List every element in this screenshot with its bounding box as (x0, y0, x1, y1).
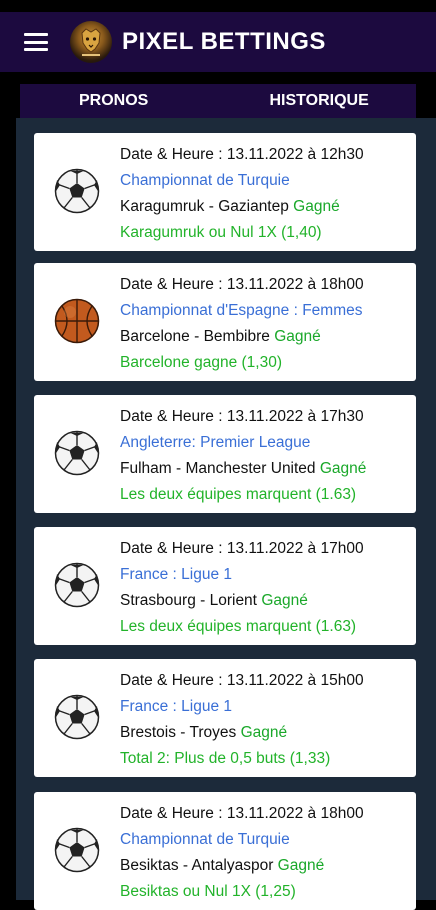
hamburger-menu-icon[interactable] (24, 33, 48, 51)
bet-league: Championnat de Turquie (120, 172, 290, 189)
bet-match: Besiktas - Antalyaspor Gagné (120, 853, 410, 879)
bet-status: Gagné (274, 328, 321, 345)
app-logo (70, 21, 112, 63)
bet-match: Strasbourg - Lorient Gagné (120, 588, 410, 614)
bet-teams: Besiktas - Antalyaspor (120, 857, 274, 874)
status-bar (0, 0, 436, 12)
bet-status: Gagné (261, 592, 308, 609)
bet-tip: Total 2: Plus de 0,5 buts (1,33) (120, 750, 331, 767)
bet-teams: Brestois - Troyes (120, 724, 237, 741)
bet-match: Karagumruk - Gaziantep Gagné (120, 194, 410, 220)
bet-match: Barcelone - Bembibre Gagné (120, 324, 410, 350)
bet-league: Championnat d'Espagne : Femmes (120, 302, 363, 319)
bet-status: Gagné (277, 857, 325, 874)
bet-teams: Karagumruk - Gaziantep (120, 198, 289, 215)
bet-datetime: Date & Heure : 13.11.2022 à 18h00 (120, 276, 364, 293)
bet-card[interactable]: Date & Heure : 13.11.2022 à 18h00 Champi… (34, 263, 416, 381)
basketball-icon (54, 298, 100, 344)
bet-card[interactable]: Date & Heure : 13.11.2022 à 15h00 France… (34, 659, 416, 777)
bet-tip: Barcelone gagne (1,30) (120, 354, 283, 371)
bet-tip: Besiktas ou Nul 1X (1,25) (120, 883, 296, 900)
bet-league: France : Ligue 1 (120, 698, 233, 715)
bet-tip: Les deux équipes marquent (1.63) (120, 618, 357, 635)
soccer-ball-icon (54, 694, 100, 740)
bet-status: Gagné (293, 198, 340, 215)
tab-bar: PRONOS HISTORIQUE (20, 84, 416, 118)
bet-card[interactable]: Date & Heure : 13.11.2022 à 18h00 Champi… (34, 792, 416, 910)
bet-teams: Barcelone - Bembibre (120, 328, 270, 345)
bet-datetime: Date & Heure : 13.11.2022 à 12h30 (120, 146, 364, 163)
bet-datetime: Date & Heure : 13.11.2022 à 15h00 (120, 672, 364, 689)
app-title: PIXEL BETTINGS (122, 28, 326, 55)
bet-datetime: Date & Heure : 13.11.2022 à 17h30 (120, 408, 364, 425)
bet-league: Angleterre: Premier League (120, 434, 311, 451)
bet-datetime: Date & Heure : 13.11.2022 à 18h00 (120, 805, 364, 822)
tab-historique[interactable]: HISTORIQUE (226, 84, 417, 118)
soccer-ball-icon (54, 430, 100, 476)
bet-league: France : Ligue 1 (120, 566, 233, 583)
bet-card[interactable]: Date & Heure : 13.11.2022 à 17h30 Anglet… (34, 395, 416, 513)
bet-status: Gagné (240, 724, 288, 741)
bet-league: Championnat de Turquie (120, 831, 290, 848)
bet-teams: Fulham - Manchester United (120, 460, 316, 477)
app-header: PIXEL BETTINGS (0, 12, 436, 72)
bet-tip: Les deux équipes marquent (1.63) (120, 486, 357, 503)
bet-card[interactable]: Date & Heure : 13.11.2022 à 12h30 Champi… (34, 133, 416, 251)
history-list[interactable]: Date & Heure : 13.11.2022 à 12h30 Champi… (16, 118, 436, 910)
bet-teams: Strasbourg - Lorient (120, 592, 257, 609)
bet-match: Fulham - Manchester United Gagné (120, 456, 410, 482)
soccer-ball-icon (54, 827, 100, 873)
bet-datetime: Date & Heure : 13.11.2022 à 17h00 (120, 540, 364, 557)
tab-pronos[interactable]: PRONOS (20, 84, 226, 118)
bet-status: Gagné (319, 460, 367, 477)
soccer-ball-icon (54, 168, 100, 214)
bet-tip: Karagumruk ou Nul 1X (1,40) (120, 224, 322, 241)
bet-card[interactable]: Date & Heure : 13.11.2022 à 17h00 France… (34, 527, 416, 645)
bet-match: Brestois - Troyes Gagné (120, 720, 410, 746)
soccer-ball-icon (54, 562, 100, 608)
